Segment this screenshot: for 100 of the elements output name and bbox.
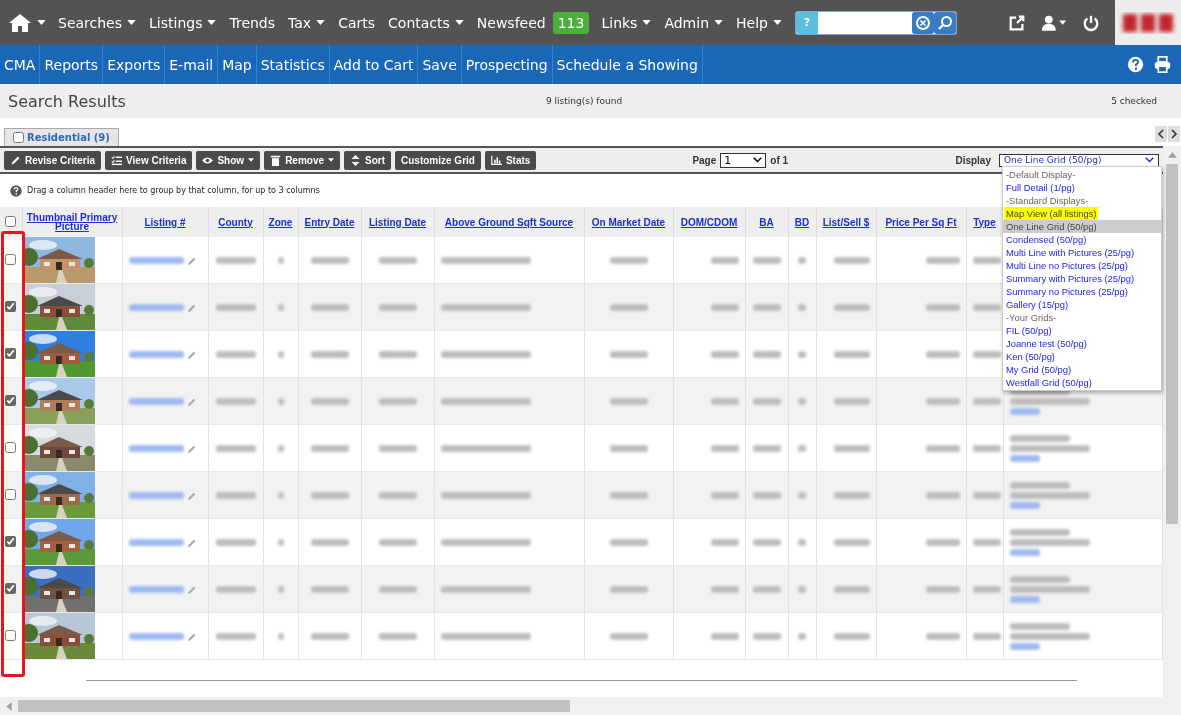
blurred-text	[1009, 481, 1070, 489]
caret-icon[interactable]	[714, 20, 724, 25]
caret-icon[interactable]	[642, 20, 652, 25]
blurred-text	[378, 539, 417, 547]
toolbar-button[interactable]: View Criteria	[105, 150, 193, 170]
chevron-down-icon[interactable]	[1145, 157, 1154, 163]
dropdown-option[interactable]: Multi Line no Pictures (25/pg)	[1006, 260, 1128, 271]
row-checkbox[interactable]	[5, 630, 17, 641]
dropdown-option[interactable]: Gallery (15/pg)	[1006, 299, 1068, 310]
nav-menu-item[interactable]: Tax	[288, 14, 326, 31]
row-checkbox[interactable]	[5, 348, 17, 359]
checklist-icon[interactable]	[111, 154, 123, 166]
blurred-text	[1009, 407, 1040, 415]
chevron-down-icon[interactable]	[753, 157, 763, 163]
nav-menu-item[interactable]: Help	[736, 14, 782, 31]
external-link-icon[interactable]	[1008, 13, 1026, 32]
clear-icon[interactable]	[911, 11, 934, 34]
user-icon[interactable]	[1041, 13, 1067, 32]
blurred-text	[128, 633, 184, 641]
dropdown-option[interactable]: Joanne test (50/pg)	[1006, 338, 1087, 349]
blurred-text	[798, 257, 806, 265]
blurred-text	[925, 398, 960, 406]
page-total: of 1	[770, 154, 789, 166]
nav-menu-item[interactable]: Trends	[229, 14, 276, 31]
blurred-text	[972, 398, 1001, 406]
dropdown-option[interactable]: FIL (50/pg)	[1006, 325, 1052, 336]
caret-icon[interactable]	[127, 20, 136, 25]
row-checkbox[interactable]	[5, 536, 17, 547]
caret-icon[interactable]	[316, 20, 326, 25]
row-checkbox[interactable]	[5, 395, 17, 406]
nav-menu-item[interactable]: Carts	[338, 14, 376, 31]
caret-icon[interactable]	[772, 20, 782, 25]
blurred-text	[609, 492, 648, 500]
caret-icon[interactable]	[454, 20, 464, 25]
nav-menu-item[interactable]: Contacts	[388, 14, 464, 31]
row-checkbox[interactable]	[5, 254, 17, 265]
page-title: Search Results	[8, 91, 127, 111]
dropdown-option[interactable]: Condensed (50/pg)	[1006, 234, 1087, 245]
blurred-text	[277, 445, 284, 453]
bar-chart-icon[interactable]	[490, 154, 502, 166]
blurred-text	[277, 398, 284, 406]
trash-icon[interactable]	[270, 154, 282, 166]
power-icon[interactable]	[1082, 13, 1100, 32]
dropdown-option[interactable]: Map View (all listings)	[1004, 207, 1099, 220]
home-icon[interactable]	[8, 12, 32, 33]
toolbar-button[interactable]: Revise Criteria	[4, 150, 102, 170]
blurred-text	[609, 633, 648, 641]
nav-menu-item[interactable]: Admin	[664, 14, 724, 31]
blurred-text	[972, 492, 1001, 500]
column-header[interactable]: BA	[759, 217, 774, 227]
dropdown-option[interactable]: Summary no Pictures (25/pg)	[1006, 286, 1128, 297]
eye-icon[interactable]	[202, 154, 214, 166]
sort-icon[interactable]	[350, 154, 362, 166]
dropdown-option[interactable]: My Grid (50/pg)	[1006, 364, 1072, 375]
select-all-checkbox[interactable]	[5, 215, 17, 227]
nav-menu-item[interactable]: Newsfeed	[476, 14, 546, 31]
column-header[interactable]: Listing #	[144, 217, 186, 227]
blurred-text	[128, 351, 184, 359]
blurred-text	[710, 257, 739, 265]
pencil-icon[interactable]	[10, 154, 21, 166]
dropdown-option[interactable]: Multi Line with Pictures (25/pg)	[1006, 247, 1135, 258]
caret-icon[interactable]	[328, 158, 335, 162]
blurred-text	[277, 351, 284, 359]
toolbar-button[interactable]: Stats	[484, 150, 537, 170]
tab-checkbox[interactable]	[13, 132, 24, 143]
row-checkbox[interactable]	[5, 583, 17, 594]
dropdown-option[interactable]: Full Detail (1/pg)	[1006, 182, 1075, 193]
column-header[interactable]: BD	[794, 217, 810, 227]
horizontal-scrollbar[interactable]	[0, 697, 1181, 715]
dropdown-option[interactable]: Summary with Pictures (25/pg)	[1006, 273, 1135, 284]
blurred-text	[833, 633, 870, 641]
blurred-text	[215, 398, 256, 406]
dropdown-option[interactable]: Westfall Grid (50/pg)	[1006, 377, 1092, 388]
page-select[interactable]: 1	[720, 152, 767, 168]
toolbar-button[interactable]: Remove	[264, 150, 341, 170]
print-icon[interactable]	[1154, 56, 1171, 73]
display-select[interactable]: One Line Grid (50/pg)	[999, 153, 1159, 167]
nav-menu-item[interactable]: Listings	[149, 14, 217, 31]
toolbar-button[interactable]: Sort	[344, 150, 392, 170]
row-checkbox[interactable]	[5, 301, 17, 312]
blurred-text	[798, 445, 806, 453]
blurred-text	[215, 257, 256, 265]
vertical-scrollbar[interactable]	[1163, 146, 1181, 697]
dropdown-option[interactable]: Ken (50/pg)	[1006, 351, 1055, 362]
category-tab[interactable]: Residential (9)	[4, 128, 119, 146]
blurred-text	[925, 304, 960, 312]
row-checkbox[interactable]	[5, 442, 17, 453]
nav-menu-item[interactable]: Searches	[58, 14, 136, 31]
toolbar-button[interactable]: Show	[196, 150, 261, 170]
caret-icon[interactable]	[207, 20, 217, 25]
nav-menu-item[interactable]: Links	[601, 14, 652, 31]
blurred-text	[833, 351, 870, 359]
caret-icon[interactable]	[37, 20, 46, 25]
blurred-text	[833, 398, 870, 406]
toolbar-button[interactable]: Customize Grid	[395, 150, 481, 170]
caret-icon[interactable]	[248, 158, 255, 162]
help-icon[interactable]	[1127, 56, 1144, 73]
search-icon[interactable]	[933, 11, 956, 34]
row-checkbox[interactable]	[5, 489, 17, 500]
blurred-text	[752, 445, 781, 453]
